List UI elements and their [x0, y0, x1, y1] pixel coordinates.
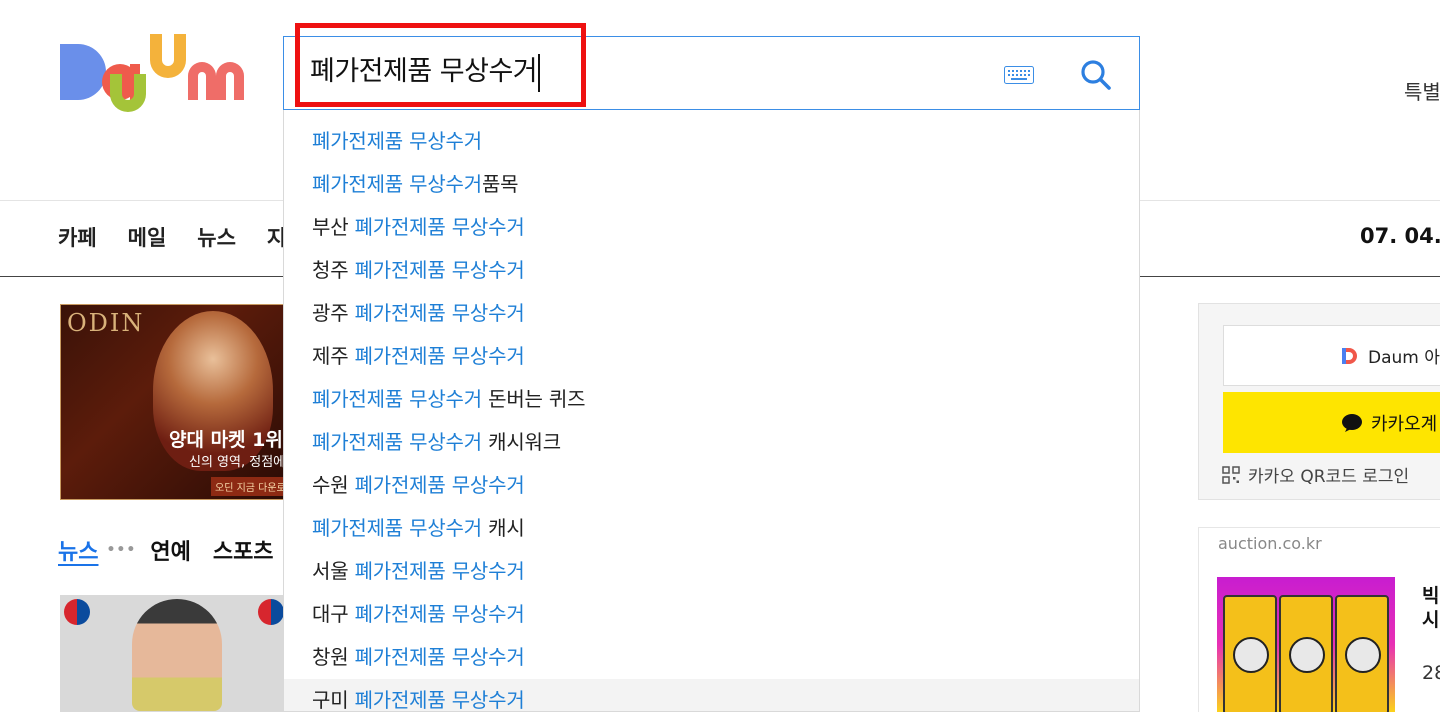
suggestion-match: 폐가전제품 무상수거: [354, 602, 525, 626]
banner-title: 양대 마켓 1위: [169, 429, 283, 451]
ad-title-line: 빅: [1422, 585, 1440, 607]
nav-item-news[interactable]: 뉴스: [197, 222, 236, 252]
suggestion-match: 폐가전제품 무상수거: [312, 516, 482, 540]
suggestion-match: 폐가전제품 무상수거: [312, 430, 482, 454]
suggestion-item[interactable]: 부산 폐가전제품 무상수거: [284, 206, 1139, 249]
suggestion-prefix: 구미: [312, 688, 355, 712]
suggestion-suffix: 캐시: [481, 516, 525, 540]
suggestion-match: 폐가전제품 무상수거: [354, 258, 525, 282]
suggestion-item[interactable]: 폐가전제품 무상수거품목: [284, 163, 1139, 206]
suggestion-match: 폐가전제품 무상수거: [312, 172, 482, 196]
suggestion-prefix: 제주: [312, 344, 355, 368]
ad-card-image: [1223, 595, 1277, 712]
qr-login-link[interactable]: 카카오 QR코드 로그인: [1222, 462, 1409, 487]
date-text: 07. 04. (: [1360, 224, 1440, 248]
tab-entertainment[interactable]: 연예: [150, 534, 190, 566]
suggestion-item[interactable]: 폐가전제품 무상수거: [284, 120, 1139, 163]
suggestion-prefix: 광주: [312, 301, 355, 325]
suggestion-prefix: 부산: [312, 215, 355, 239]
autocomplete-dropdown: 폐가전제품 무상수거 폐가전제품 무상수거품목 부산 폐가전제품 무상수거 청주 폐가…: [283, 110, 1140, 712]
suggestion-match: 폐가전제품 무상수거: [312, 387, 482, 411]
suggestion-item[interactable]: 폐가전제품 무상수거 돈버는 퀴즈: [284, 378, 1139, 421]
text-caret: [538, 53, 541, 92]
suggestion-prefix: 서울: [312, 559, 355, 583]
tiger-face-icon: [1345, 637, 1381, 673]
suggestion-match: 폐가전제품 무상수거: [312, 129, 482, 153]
ad-card-image: [1279, 595, 1333, 712]
tab-sports[interactable]: 스포츠: [213, 534, 274, 566]
government-emblem-icon: [64, 599, 90, 625]
suggestion-item[interactable]: 서울 폐가전제품 무상수거: [284, 550, 1139, 593]
suggestion-prefix: 대구: [312, 602, 355, 626]
suggestion-match: 폐가전제품 무상수거: [354, 645, 525, 669]
suggestion-prefix: 수원: [312, 473, 355, 497]
keyboard-icon[interactable]: [1004, 66, 1034, 84]
game-ad-banner[interactable]: ODIN 양대 마켓 1위 신의 영역, 정점에 오딘 지금 다운로: [60, 304, 288, 500]
suggestion-suffix: 돈버는 퀴즈: [481, 387, 586, 411]
suggestion-match: 폐가전제품 무상수거: [354, 301, 525, 325]
ad-price: 28: [1422, 662, 1440, 684]
ad-source: auction.co.kr: [1218, 534, 1322, 553]
suggestion-item[interactable]: 폐가전제품 무상수거 캐시: [284, 507, 1139, 550]
tab-dots-icon: •••: [106, 542, 137, 558]
search-icon[interactable]: [1078, 57, 1114, 93]
suggestion-item[interactable]: 청주 폐가전제품 무상수거: [284, 249, 1139, 292]
daum-login-label: Daum 아: [1368, 348, 1440, 368]
suggestion-item[interactable]: 구미 폐가전제품 무상수거: [284, 679, 1139, 712]
tiger-face-icon: [1289, 637, 1325, 673]
suggestion-item[interactable]: 광주 폐가전제품 무상수거: [284, 292, 1139, 335]
suggestion-prefix: 창원: [312, 645, 355, 669]
qr-code-icon: [1222, 465, 1240, 484]
suggestion-item[interactable]: 대구 폐가전제품 무상수거: [284, 593, 1139, 636]
tab-news[interactable]: 뉴스: [58, 534, 98, 566]
main-nav: 카페 메일 뉴스 지: [58, 222, 286, 252]
ad-product-image[interactable]: [1217, 577, 1395, 712]
suggestion-suffix: 품목: [481, 172, 519, 196]
suggestion-match: 폐가전제품 무상수거: [354, 344, 525, 368]
suggestion-item[interactable]: 수원 폐가전제품 무상수거: [284, 464, 1139, 507]
government-emblem-icon: [258, 599, 284, 625]
header-right-text[interactable]: 특별: [1404, 76, 1440, 105]
suggestion-item[interactable]: 제주 폐가전제품 무상수거: [284, 335, 1139, 378]
search-query[interactable]: 폐가전제품 무상수거: [310, 56, 538, 87]
nav-item-cafe[interactable]: 카페: [58, 222, 97, 252]
suggestion-match: 폐가전제품 무상수거: [354, 688, 525, 712]
search-input[interactable]: 폐가전제품 무상수거: [310, 46, 541, 98]
banner-logo: ODIN: [67, 309, 145, 337]
suggestion-match: 폐가전제품 무상수거: [354, 215, 525, 239]
suggestion-match: 폐가전제품 무상수거: [354, 473, 525, 497]
kakao-login-label: 카카오계: [1371, 413, 1438, 435]
ad-title[interactable]: 빅시: [1422, 584, 1439, 632]
banner-cta[interactable]: 오딘 지금 다운로: [211, 477, 287, 496]
banner-subtitle: 신의 영역, 정점에: [189, 455, 286, 470]
suggestion-suffix: 캐시워크: [481, 430, 561, 454]
nav-item-mail[interactable]: 메일: [128, 222, 167, 252]
news-tabs: 뉴스 ••• 연예 스포츠: [58, 534, 296, 566]
ad-card-image: [1335, 595, 1389, 712]
daum-logo[interactable]: [58, 34, 254, 114]
daum-login-button[interactable]: Daum 아: [1223, 325, 1440, 386]
suggestion-match: 폐가전제품 무상수거: [354, 559, 525, 583]
news-thumbnail[interactable]: [60, 595, 288, 712]
news-person-image: [132, 599, 222, 711]
suggestion-item[interactable]: 창원 폐가전제품 무상수거: [284, 636, 1139, 679]
tiger-face-icon: [1233, 637, 1269, 673]
kakao-chat-icon: [1342, 413, 1362, 432]
suggestion-item[interactable]: 폐가전제품 무상수거 캐시워크: [284, 421, 1139, 464]
ad-title-line: 시: [1422, 609, 1440, 631]
daum-d-icon: [1342, 347, 1357, 364]
qr-login-label: 카카오 QR코드 로그인: [1248, 467, 1410, 487]
kakao-login-button[interactable]: 카카오계: [1223, 392, 1440, 453]
suggestion-prefix: 청주: [312, 258, 355, 282]
